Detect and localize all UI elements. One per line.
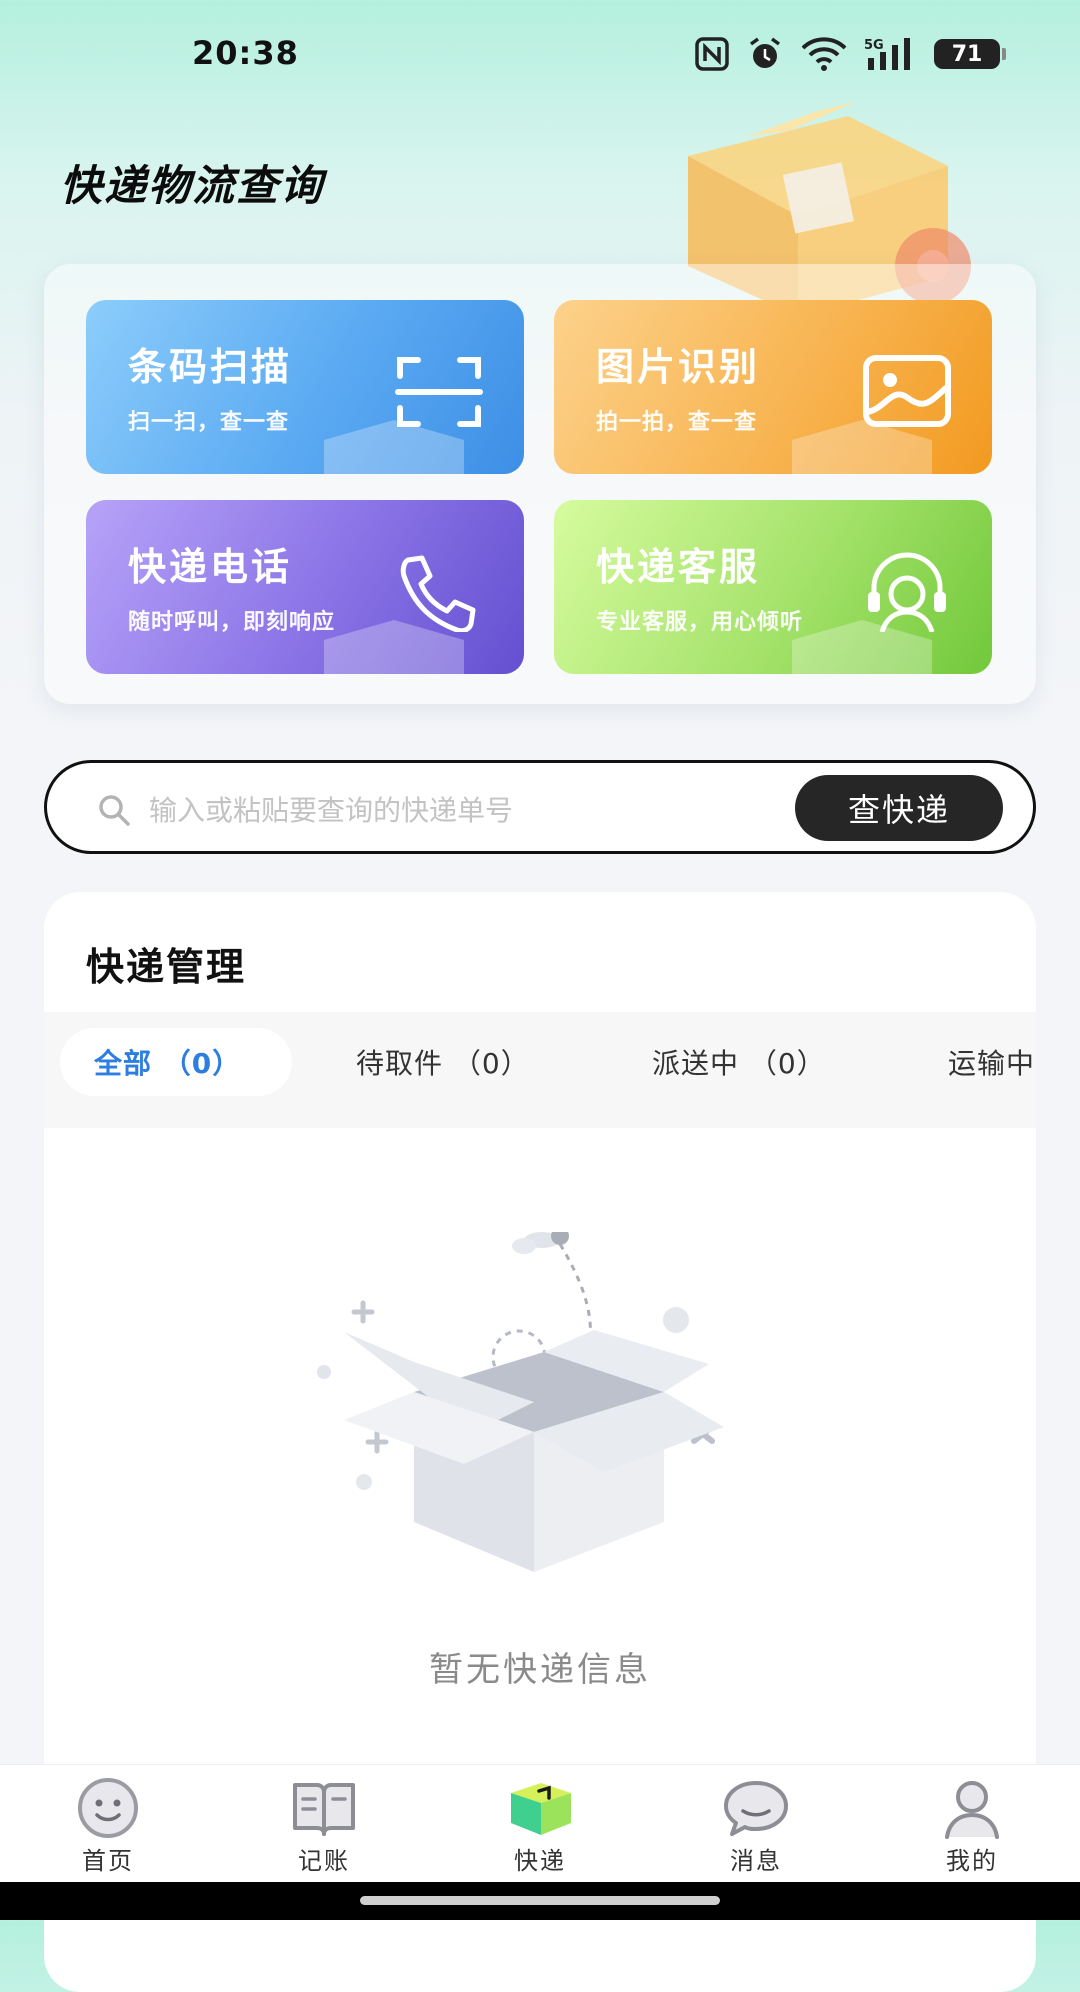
feature-card: 条码扫描 扫一扫，查一查 图片识别 拍一拍，查一查 快递电话 随时呼叫，即刻响应 [44,264,1036,704]
search-icon [99,795,130,826]
status-time: 20:38 [192,34,299,72]
tab-in-transit[interactable]: 运输中 [948,1028,1035,1096]
nav-label: 记账 [298,1847,350,1875]
package-cube-icon [511,1783,571,1835]
battery-indicator: 71 [934,39,1006,69]
image-recognition-tile[interactable]: 图片识别 拍一拍，查一查 [554,300,992,474]
tile-title: 条码扫描 [128,345,293,389]
tile-title: 快递客服 [596,545,761,589]
tile-subtitle: 扫一扫，查一查 [128,410,290,435]
smile-face-icon [78,1778,138,1838]
barcode-scan-tile[interactable]: 条码扫描 扫一扫，查一查 [86,300,524,474]
status-tabs: 全部 （0） 待取件 （0） 派送中 （0） 运输中 [44,1012,1036,1128]
tile-title: 快递电话 [128,545,293,589]
tracking-number-input[interactable] [147,781,791,839]
bottom-navigation: 首页 记账 快递 消息 我的 [0,1764,1080,1883]
user-icon [945,1781,999,1839]
book-icon [293,1783,355,1836]
tab-all[interactable]: 全部 （0） [60,1028,292,1096]
tile-title: 图片识别 [596,345,761,389]
wifi-icon [801,37,847,71]
status-bar: 20:38 5G 71 [0,0,1080,110]
nav-label: 我的 [946,1847,998,1875]
chat-bubble-icon [724,1781,788,1836]
scan-icon [395,357,483,427]
nav-bookkeeping[interactable]: 记账 [244,1777,404,1881]
nfc-icon [695,37,729,71]
tile-subtitle: 拍一拍，查一查 [596,410,758,435]
search-express-button[interactable]: 查快递 [795,775,1003,841]
tile-subtitle: 随时呼叫，即刻响应 [128,610,336,635]
tile-subtitle: 专业客服，用心倾听 [596,610,804,635]
nav-label: 消息 [730,1847,782,1875]
customer-service-tile[interactable]: 快递客服 专业客服，用心倾听 [554,500,992,674]
headset-icon [868,552,946,632]
panel-title: 快递管理 [86,945,247,989]
empty-box-illustration [317,1232,724,1572]
battery-level: 71 [951,41,983,67]
signal-5g-icon: 5G [864,38,910,70]
alarm-icon [749,37,781,68]
nav-profile[interactable]: 我的 [892,1777,1052,1881]
svg-text:5G: 5G [864,38,884,53]
express-phone-tile[interactable]: 快递电话 随时呼叫，即刻响应 [86,500,524,674]
nav-messages[interactable]: 消息 [676,1777,836,1881]
image-icon [863,355,951,427]
tab-delivering[interactable]: 派送中 （0） [652,1028,826,1096]
nav-express[interactable]: 快递 [460,1777,620,1881]
empty-state-text: 暂无快递信息 [429,1650,651,1690]
nav-label: 首页 [82,1847,134,1875]
search-bar: 查快递 [44,760,1036,854]
status-icons: 5G 71 [694,34,1006,74]
page-title: 快递物流查询 [60,161,325,210]
home-indicator[interactable] [360,1896,720,1905]
phone-icon [400,555,476,632]
tab-pending-pickup[interactable]: 待取件 （0） [356,1028,530,1096]
nav-home[interactable]: 首页 [28,1777,188,1881]
nav-label: 快递 [514,1847,566,1875]
